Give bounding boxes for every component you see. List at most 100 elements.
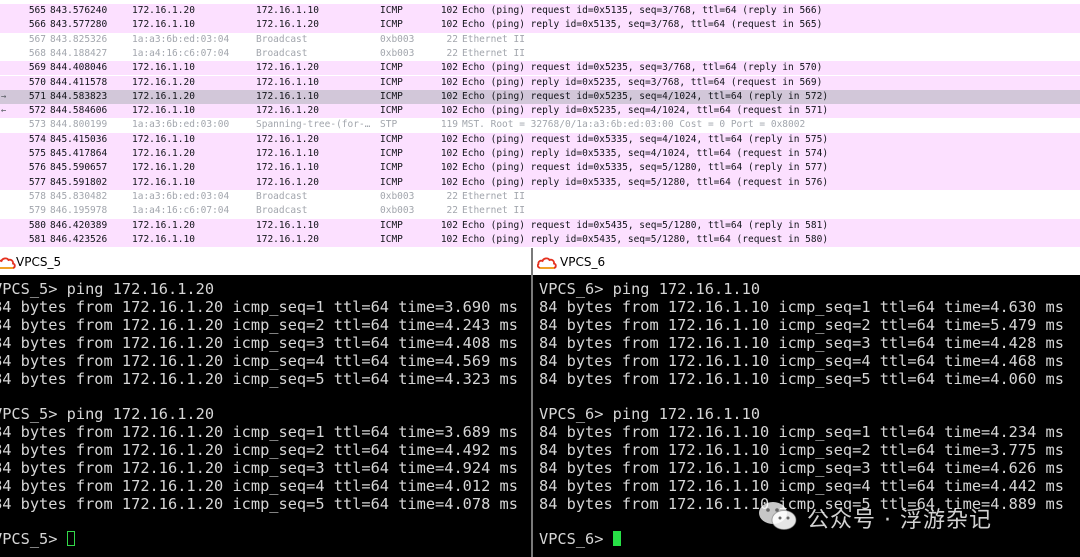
packet-info: Echo (ping) reply id=0x5135, seq=3/768, … <box>462 19 823 31</box>
packet-protocol: 0xb003 <box>380 190 415 202</box>
packet-row[interactable]: 566 843.577280 172.16.1.10 172.16.1.20 ICMP 1… <box>0 18 1080 33</box>
packet-number: 574 <box>28 133 46 145</box>
packet-row[interactable]: 567 843.825326 1a:a3:6b:ed:03:04 Broadcast 0… <box>0 32 1080 47</box>
packet-destination: Broadcast <box>256 33 308 45</box>
packet-row[interactable]: 568 844.188427 1a:a4:16:c6:07:04 Broadcast 0… <box>0 46 1080 62</box>
packet-info: MST. Root = 32768/0/1a:a3:6b:ed:03:00 Co… <box>462 119 806 131</box>
packet-protocol: ICMP <box>380 62 403 74</box>
packet-destination: 172.16.1.20 <box>256 19 319 31</box>
packet-protocol: ICMP <box>380 233 403 245</box>
packet-row[interactable]: 570 844.411578 172.16.1.20 172.16.1.10 ICMP 1… <box>0 75 1080 90</box>
packet-protocol: 0xb003 <box>380 33 415 45</box>
terminal-line: VPCS_5> ping 172.16.1.20 <box>0 280 215 298</box>
wechat-icon <box>759 502 797 530</box>
watermark: 公众号 · 浮游杂记 <box>757 498 1057 534</box>
terminal-prompt: VPCS_5> <box>0 530 67 548</box>
packet-row[interactable]: 580 846.420389 172.16.1.20 172.16.1.10 ICMP 1… <box>0 218 1080 233</box>
packet-info: Echo (ping) request id=0x5135, seq=3/768… <box>462 5 823 16</box>
packet-row[interactable]: 577 845.591802 172.16.1.10 172.16.1.20 ICMP 1… <box>0 175 1080 190</box>
packet-number: 569 <box>28 62 46 74</box>
packet-row[interactable]: 581 846.423526 172.16.1.10 172.16.1.20 ICMP 1… <box>0 232 1080 248</box>
packet-time: 845.591802 <box>50 176 108 188</box>
packet-length: 102 <box>440 219 458 231</box>
packet-source: 1a:a4:16:c6:07:04 <box>132 205 230 217</box>
packet-source: 172.16.1.10 <box>132 233 195 245</box>
packet-number: 575 <box>28 148 46 159</box>
packet-length: 102 <box>440 162 458 174</box>
terminal-line: 84 bytes from 172.16.1.10 icmp_seq=2 ttl… <box>539 316 1064 334</box>
packet-source: 1a:a3:6b:ed:03:00 <box>132 119 230 131</box>
packet-source: 172.16.1.20 <box>132 90 195 102</box>
watermark-text: 公众号 · 浮游杂记 <box>807 508 992 533</box>
terminal-line: 84 bytes from 172.16.1.10 icmp_seq=1 ttl… <box>539 298 1064 316</box>
packet-source: 172.16.1.20 <box>132 148 195 159</box>
packet-length: 102 <box>440 90 458 102</box>
packet-row[interactable]: 565 843.576240 172.16.1.20 172.16.1.10 ICMP 1… <box>0 4 1080 19</box>
packet-length: 102 <box>440 233 458 245</box>
packet-info: Echo (ping) request id=0x5235, seq=4/102… <box>462 90 829 102</box>
terminal-line: 84 bytes from 172.16.1.20 icmp_seq=2 ttl… <box>0 316 518 334</box>
packet-list[interactable]: 565 843.576240 172.16.1.20 172.16.1.10 ICMP 1… <box>0 0 1080 248</box>
packet-number: 576 <box>28 162 46 174</box>
packet-number: 567 <box>28 33 46 45</box>
packet-number: 581 <box>28 233 46 245</box>
vpcs5-terminal[interactable]: VPCS_5> ping 172.16.1.20 84 bytes from 1… <box>0 275 531 557</box>
packet-source: 172.16.1.10 <box>132 176 195 188</box>
packet-info: Echo (ping) reply id=0x5335, seq=5/1280,… <box>462 176 829 188</box>
packet-row[interactable]: 574 845.415036 172.16.1.10 172.16.1.20 ICMP 1… <box>0 132 1080 147</box>
packet-destination: 172.16.1.20 <box>256 233 319 245</box>
packet-info: Echo (ping) request id=0x5335, seq=5/128… <box>462 162 829 174</box>
packet-number: 566 <box>28 19 46 31</box>
packet-protocol: ICMP <box>380 162 403 174</box>
terminal-line: 84 bytes from 172.16.1.10 icmp_seq=3 ttl… <box>539 334 1064 352</box>
related-packet-arrow-icon: ← <box>1 106 7 117</box>
packet-row[interactable]: 576 845.590657 172.16.1.20 172.16.1.10 ICMP 1… <box>0 161 1080 176</box>
packet-number: 578 <box>28 190 46 202</box>
terminal-line: 84 bytes from 172.16.1.10 icmp_seq=1 ttl… <box>539 423 1064 441</box>
terminal-line: 84 bytes from 172.16.1.10 icmp_seq=4 ttl… <box>539 477 1064 495</box>
terminal-line: 84 bytes from 172.16.1.20 icmp_seq=4 ttl… <box>0 477 518 495</box>
packet-row[interactable]: ← 572 844.584606 172.16.1.10 172.16.1.20 ICMP… <box>0 104 1080 119</box>
packet-protocol: ICMP <box>380 176 403 188</box>
packet-length: 102 <box>440 176 458 188</box>
packet-row[interactable]: 573 844.800199 1a:a3:6b:ed:03:00 Spanning-t… <box>0 118 1080 133</box>
packet-row[interactable]: 569 844.408046 172.16.1.10 172.16.1.20 ICMP 1… <box>0 61 1080 76</box>
packet-time: 844.583823 <box>50 90 108 102</box>
cloud-icon <box>0 257 16 269</box>
terminal-line: 84 bytes from 172.16.1.20 icmp_seq=5 ttl… <box>0 370 518 388</box>
terminal-line: VPCS_6> ping 172.16.1.10 <box>539 405 761 423</box>
packet-info: Ethernet II <box>462 190 525 202</box>
packet-info: Echo (ping) reply id=0x5335, seq=4/1024,… <box>462 148 829 159</box>
packet-destination: Broadcast <box>256 47 308 59</box>
packet-destination: 172.16.1.20 <box>256 105 319 117</box>
packet-row[interactable]: 578 845.830482 1a:a3:6b:ed:03:04 Broadcast 0… <box>0 189 1080 205</box>
packet-number: 577 <box>28 176 46 188</box>
packet-length: 119 <box>440 119 458 131</box>
packet-number: 573 <box>28 119 46 131</box>
packet-length: 102 <box>440 5 458 16</box>
terminal-line: VPCS_5> ping 172.16.1.20 <box>0 405 215 423</box>
terminal-cursor <box>613 531 621 546</box>
vpcs5-tab[interactable]: VPCS_5 <box>0 248 531 275</box>
packet-number: 579 <box>28 205 46 217</box>
packet-info: Echo (ping) request id=0x5435, seq=5/128… <box>462 219 829 231</box>
packet-info: Ethernet II <box>462 47 525 59</box>
terminal-line: 84 bytes from 172.16.1.20 icmp_seq=3 ttl… <box>0 459 518 477</box>
packet-destination: 172.16.1.20 <box>256 176 319 188</box>
packet-protocol: ICMP <box>380 90 403 102</box>
packet-destination: Broadcast <box>256 190 308 202</box>
packet-number: 565 <box>28 5 46 16</box>
packet-number: 572 <box>28 105 46 117</box>
packet-source: 172.16.1.20 <box>132 162 195 174</box>
packet-row[interactable]: 579 846.195978 1a:a4:16:c6:07:04 Broadcast 0… <box>0 204 1080 219</box>
packet-row[interactable]: → 571 844.583823 172.16.1.20 172.16.1.10 ICMP… <box>0 89 1080 105</box>
vpcs6-tab[interactable]: VPCS_6 <box>533 248 1080 275</box>
packet-source: 1a:a3:6b:ed:03:04 <box>132 33 230 45</box>
packet-time: 844.408046 <box>50 62 108 74</box>
packet-length: 102 <box>440 62 458 74</box>
packet-length: 102 <box>440 148 458 159</box>
packet-source: 172.16.1.20 <box>132 76 195 88</box>
packet-row[interactable]: 575 845.417864 172.16.1.20 172.16.1.10 ICMP 1… <box>0 147 1080 162</box>
packet-destination: 172.16.1.20 <box>256 62 319 74</box>
packet-length: 102 <box>440 105 458 117</box>
